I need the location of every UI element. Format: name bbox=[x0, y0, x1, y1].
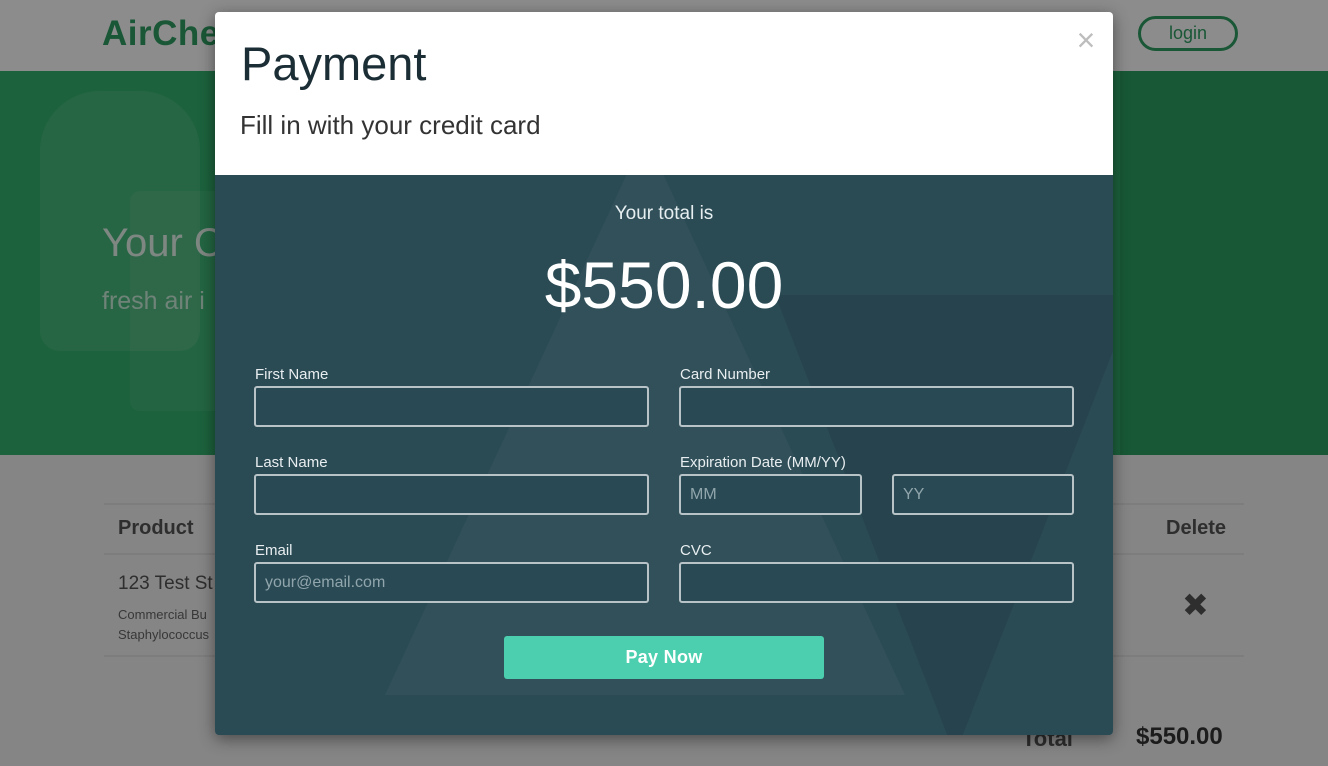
email-field[interactable] bbox=[254, 562, 649, 603]
close-icon[interactable]: × bbox=[1072, 23, 1100, 57]
total-amount: $550.00 bbox=[544, 248, 784, 322]
last-name-label: Last Name bbox=[255, 454, 328, 471]
email-label: Email bbox=[255, 542, 293, 559]
last-name-field[interactable] bbox=[254, 474, 649, 515]
payment-modal: Payment Fill in with your credit card × … bbox=[215, 12, 1113, 735]
first-name-field[interactable] bbox=[254, 386, 649, 427]
expiration-date-label: Expiration Date (MM/YY) bbox=[680, 454, 846, 471]
total-caption: Your total is bbox=[614, 203, 714, 224]
card-number-field[interactable] bbox=[679, 386, 1074, 427]
pay-now-button[interactable]: Pay Now bbox=[504, 636, 824, 679]
modal-header: Payment Fill in with your credit card × bbox=[215, 12, 1113, 175]
modal-body: Your total is $550.00 First Name Last Na… bbox=[215, 175, 1113, 735]
first-name-label: First Name bbox=[255, 366, 329, 383]
modal-title: Payment bbox=[241, 37, 427, 90]
cvc-field[interactable] bbox=[679, 562, 1074, 603]
modal-subtitle: Fill in with your credit card bbox=[240, 110, 541, 140]
background-shape bbox=[775, 295, 1113, 735]
expiration-month-field[interactable] bbox=[679, 474, 862, 515]
expiration-year-field[interactable] bbox=[892, 474, 1074, 515]
card-number-label: Card Number bbox=[680, 366, 771, 383]
cvc-label: CVC bbox=[680, 542, 712, 559]
